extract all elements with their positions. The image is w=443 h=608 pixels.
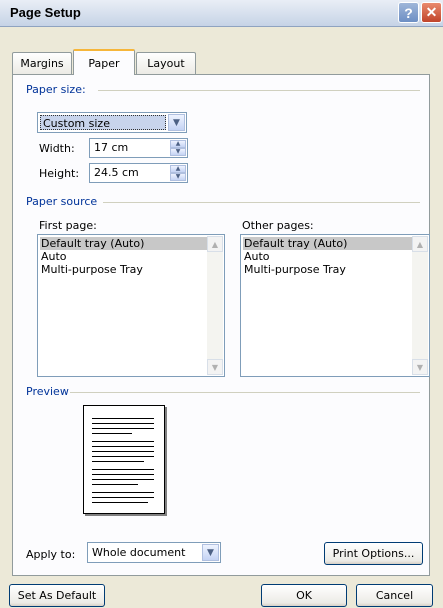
tab-margins[interactable]: Margins <box>12 52 72 74</box>
list-item[interactable]: Default tray (Auto) <box>243 237 412 250</box>
text-line <box>92 461 144 462</box>
height-spinner[interactable]: ▲ ▼ <box>170 165 186 181</box>
tab-layout[interactable]: Layout <box>136 52 196 74</box>
width-label: Width: <box>39 142 75 155</box>
text-line <box>92 474 154 475</box>
tab-paper[interactable]: Paper <box>73 49 135 75</box>
divider <box>103 202 420 203</box>
spin-up-icon[interactable]: ▲ <box>170 165 186 173</box>
scroll-down-icon[interactable]: ▼ <box>412 359 428 375</box>
text-line <box>92 428 154 429</box>
page-preview <box>83 405 165 514</box>
paper-size-value: Custom size <box>40 115 166 130</box>
list-item[interactable]: Multi-purpose Tray <box>40 263 143 276</box>
text-line <box>92 469 154 470</box>
chevron-down-icon[interactable]: ▼ <box>168 114 185 131</box>
spin-down-icon[interactable]: ▼ <box>170 148 186 156</box>
scroll-up-icon[interactable]: ▲ <box>207 236 223 252</box>
paper-size-select[interactable]: Custom size ▼ <box>37 112 187 133</box>
scrollbar[interactable]: ▲ ▼ <box>207 236 223 375</box>
text-line <box>92 456 154 457</box>
scroll-down-icon[interactable]: ▼ <box>207 359 223 375</box>
close-icon: ✕ <box>425 4 438 20</box>
text-line <box>92 479 154 480</box>
chevron-down-icon[interactable]: ▼ <box>202 544 219 561</box>
text-line <box>92 441 154 442</box>
apply-to-label: Apply to: <box>26 548 76 561</box>
height-label: Height: <box>39 167 80 180</box>
text-line <box>92 451 154 452</box>
text-line <box>92 502 148 503</box>
text-line <box>92 433 132 434</box>
help-button[interactable]: ? <box>398 2 419 23</box>
text-line <box>92 484 138 485</box>
paper-size-heading: Paper size: <box>26 83 86 96</box>
close-button[interactable]: ✕ <box>421 2 442 23</box>
paper-source-heading: Paper source <box>26 195 98 208</box>
apply-to-select[interactable]: Whole document ▼ <box>87 542 221 563</box>
height-value: 24.5 cm <box>94 166 139 179</box>
list-item[interactable]: Auto <box>40 250 67 263</box>
text-line <box>92 492 154 493</box>
page-setup-dialog: Page Setup ? ✕ Margins Paper Layout Pape… <box>0 0 443 608</box>
text-line <box>92 497 154 498</box>
width-input[interactable]: 17 cm ▲ ▼ <box>89 138 188 158</box>
cancel-button[interactable]: Cancel <box>356 584 433 607</box>
scrollbar[interactable]: ▲ ▼ <box>412 236 428 375</box>
text-line <box>92 446 154 447</box>
list-item[interactable]: Auto <box>243 250 270 263</box>
list-item[interactable]: Multi-purpose Tray <box>243 263 346 276</box>
print-options-button[interactable]: Print Options... <box>324 542 423 565</box>
first-page-list[interactable]: Default tray (Auto) Auto Multi-purpose T… <box>37 234 225 377</box>
first-page-label: First page: <box>39 219 97 232</box>
preview-heading: Preview <box>26 385 69 398</box>
spin-up-icon[interactable]: ▲ <box>170 140 186 148</box>
text-line <box>92 418 154 419</box>
question-mark-icon: ? <box>404 4 413 21</box>
scroll-up-icon[interactable]: ▲ <box>412 236 428 252</box>
title-bar[interactable]: Page Setup ? ✕ <box>0 0 443 27</box>
divider <box>70 392 420 393</box>
height-input[interactable]: 24.5 cm ▲ ▼ <box>89 163 188 183</box>
list-item[interactable]: Default tray (Auto) <box>40 237 207 250</box>
other-pages-label: Other pages: <box>242 219 314 232</box>
text-line <box>92 423 154 424</box>
apply-to-value: Whole document <box>92 546 186 559</box>
width-value: 17 cm <box>94 141 129 154</box>
dialog-title: Page Setup <box>10 5 81 20</box>
spin-down-icon[interactable]: ▼ <box>170 173 186 181</box>
ok-button[interactable]: OK <box>261 584 347 607</box>
other-pages-list[interactable]: Default tray (Auto) Auto Multi-purpose T… <box>240 234 430 377</box>
set-as-default-button[interactable]: Set As Default <box>9 584 105 607</box>
tab-panel-paper: Paper size: Custom size ▼ Width: 17 cm ▲… <box>12 74 430 576</box>
divider <box>98 90 420 91</box>
width-spinner[interactable]: ▲ ▼ <box>170 140 186 156</box>
